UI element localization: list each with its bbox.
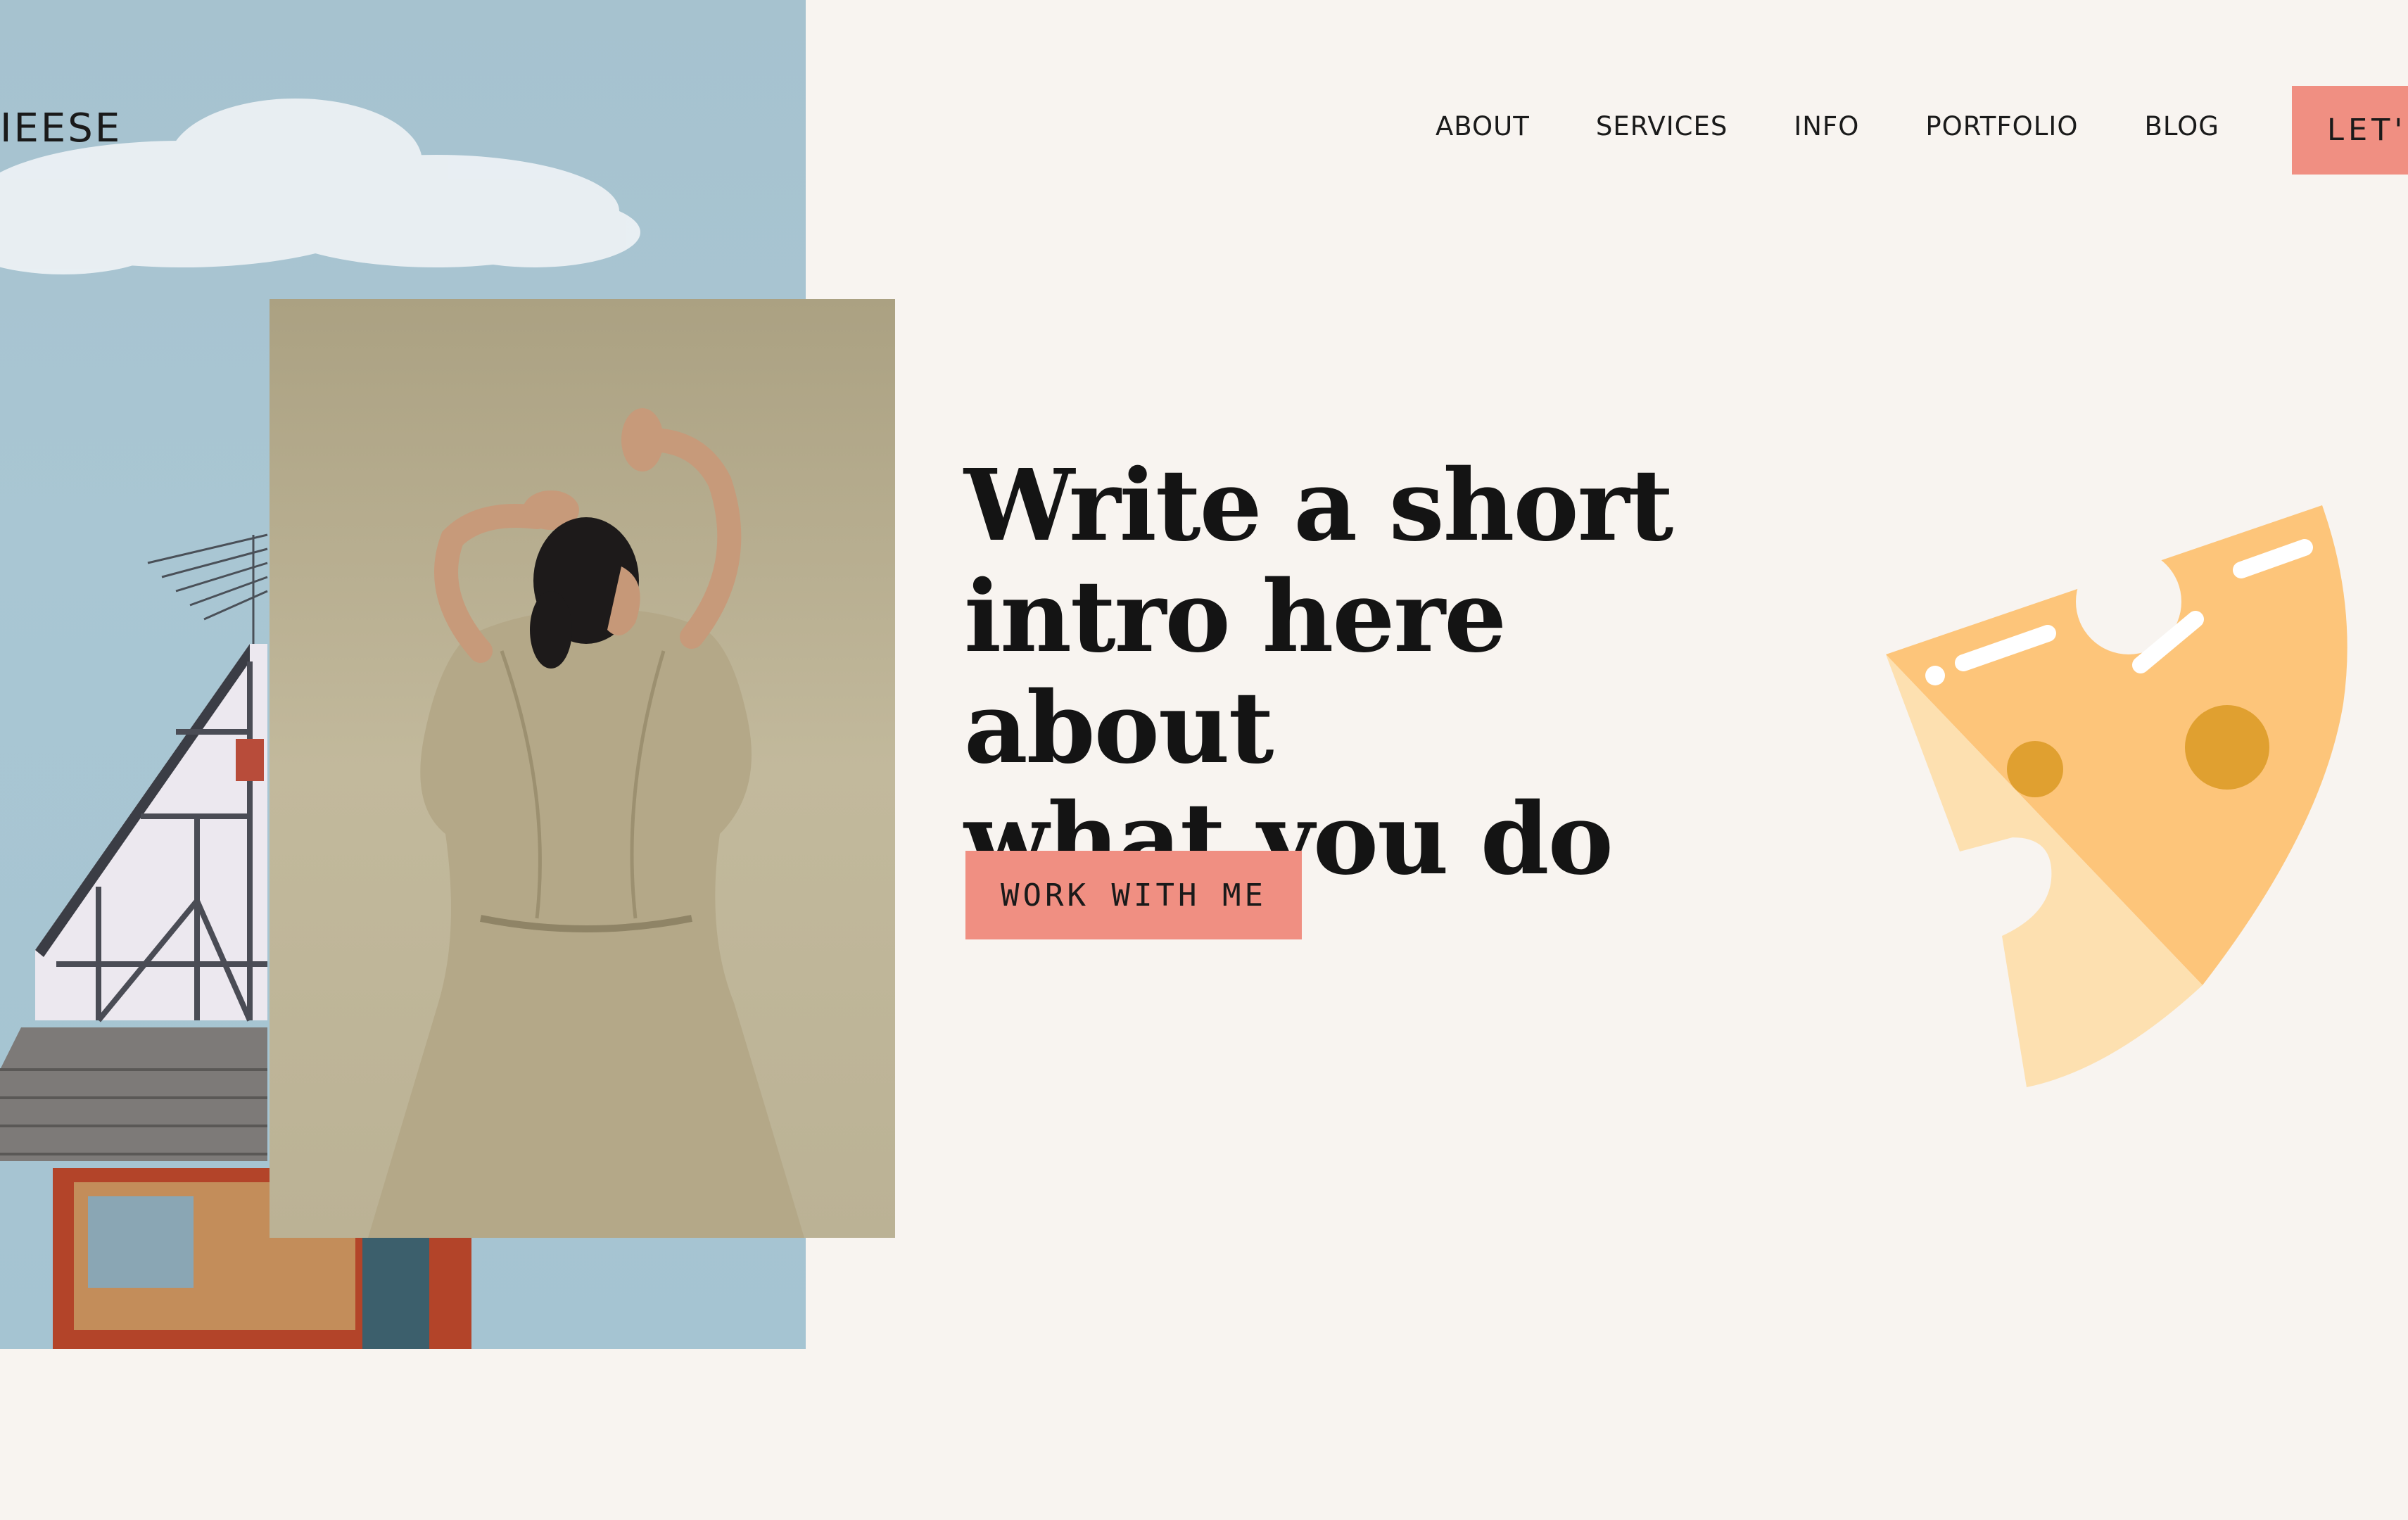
nav-item-about[interactable]: ABOUT <box>1436 111 1530 141</box>
headline-line-2: intro here about <box>964 559 1507 786</box>
headline-line-1: Write a short <box>964 448 1673 564</box>
work-with-me-button[interactable]: WORK WITH ME <box>965 851 1302 939</box>
nav-item-info[interactable]: INFO <box>1794 111 1859 141</box>
brand-logo[interactable]: IEESE <box>0 106 122 151</box>
nav-item-portfolio[interactable]: PORTFOLIO <box>1925 111 2078 141</box>
lets-talk-button[interactable]: LET' <box>2292 86 2408 175</box>
nav-item-blog[interactable]: BLOG <box>2144 111 2219 141</box>
nav-item-services[interactable]: SERVICES <box>1596 111 1728 141</box>
main-nav: ABOUT SERVICES INFO PORTFOLIO BLOG <box>1436 111 2219 141</box>
hero-headline: Write a short intro here about what you … <box>964 450 1738 895</box>
portrait-photo <box>270 299 895 1238</box>
cheese-icon <box>1886 493 2364 1098</box>
